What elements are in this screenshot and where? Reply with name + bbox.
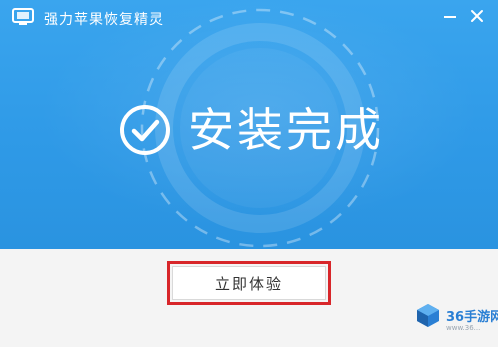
header-panel: 强力苹果恢复精灵 安装完成 <box>0 0 498 249</box>
install-complete-status: 安装完成 <box>118 100 384 160</box>
check-circle-icon <box>120 105 170 155</box>
installer-window: 强力苹果恢复精灵 安装完成 立即体验 36手游网 www.36... <box>0 0 498 347</box>
app-logo-icon <box>12 8 34 25</box>
window-title: 强力苹果恢复精灵 <box>44 12 164 28</box>
watermark: 36手游网 www.36... <box>415 302 498 342</box>
title-bar: 强力苹果恢复精灵 <box>0 0 498 34</box>
watermark-cube-icon <box>417 304 439 327</box>
watermark-site: www.36... <box>446 324 481 332</box>
watermark-brand: 36手游网 <box>446 310 498 325</box>
minimize-button[interactable] <box>440 6 460 26</box>
try-now-button[interactable]: 立即体验 <box>172 266 326 300</box>
close-button[interactable] <box>467 6 487 26</box>
status-message: 安装完成 <box>188 103 384 157</box>
